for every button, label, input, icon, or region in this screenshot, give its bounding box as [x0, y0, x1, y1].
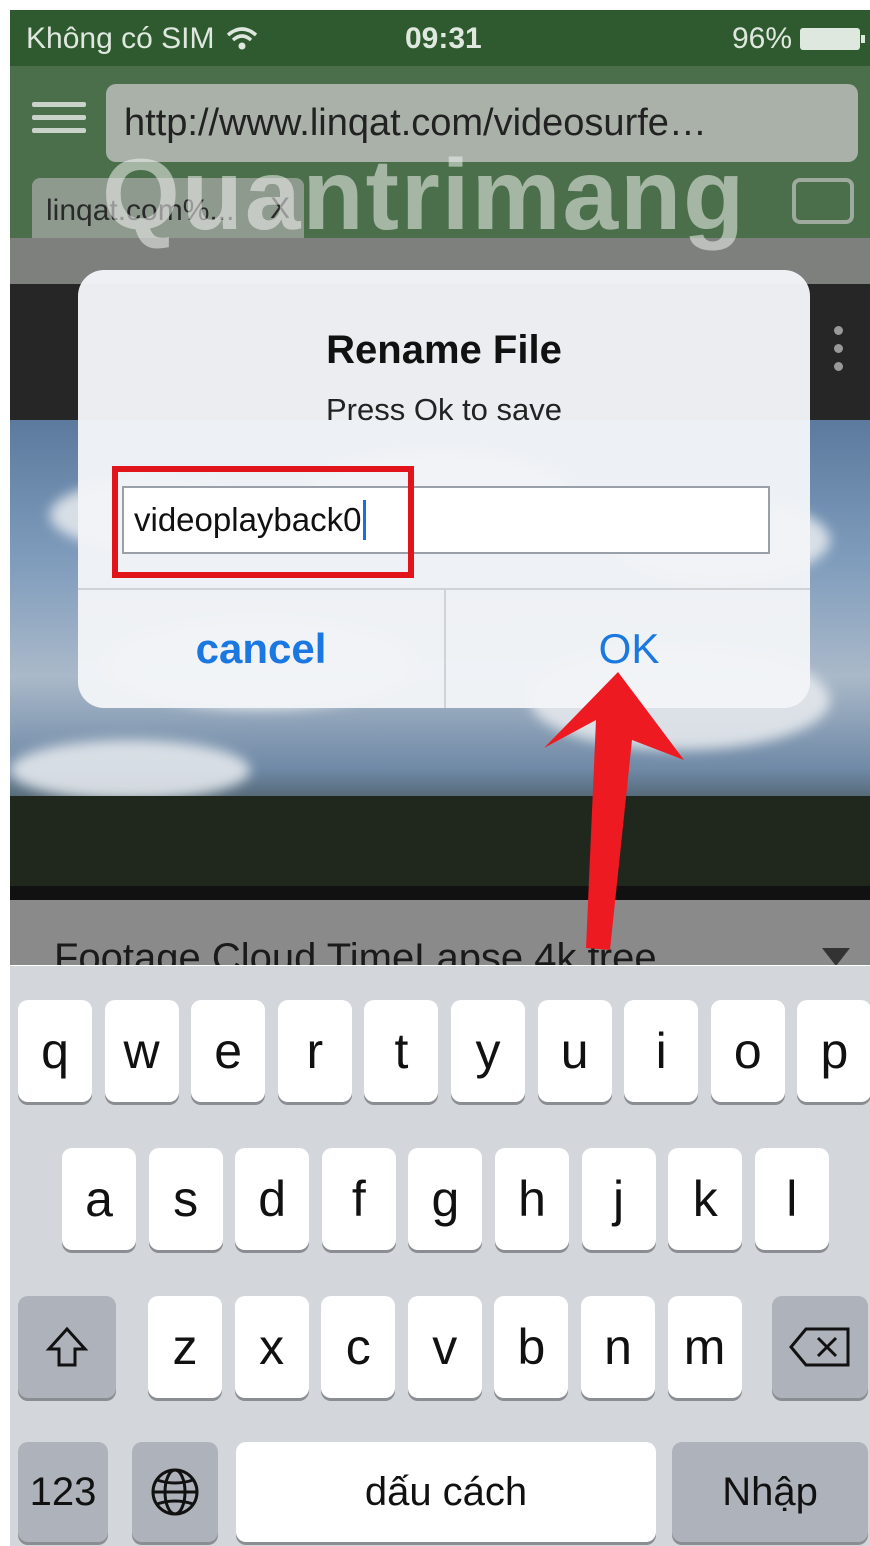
video-title: Footage Cloud TimeLapse 4k free [10, 900, 870, 965]
key-n[interactable]: n [581, 1296, 655, 1398]
key-q[interactable]: q [18, 1000, 92, 1102]
backspace-key[interactable] [772, 1296, 868, 1398]
numbers-key[interactable]: 123 [18, 1442, 108, 1542]
dialog-title: Rename File [326, 328, 562, 372]
globe-icon [151, 1468, 199, 1516]
more-options-icon[interactable] [834, 326, 844, 380]
key-i[interactable]: i [624, 1000, 699, 1102]
key-p[interactable]: p [797, 1000, 870, 1102]
key-e[interactable]: e [191, 1000, 266, 1102]
key-k[interactable]: k [668, 1148, 743, 1250]
key-b[interactable]: b [494, 1296, 569, 1398]
camera-icon[interactable] [792, 178, 854, 224]
on-screen-keyboard: qwertyuiop asdfghjkl zxcvbnm 123 dấu các… [10, 966, 870, 1546]
key-g[interactable]: g [408, 1148, 483, 1250]
video-progress-bar [10, 886, 870, 900]
wifi-icon [227, 27, 258, 50]
cancel-button[interactable]: cancel [78, 590, 444, 708]
key-c[interactable]: c [321, 1296, 396, 1398]
key-m[interactable]: m [667, 1296, 742, 1398]
key-s[interactable]: s [148, 1148, 223, 1250]
key-a[interactable]: a [62, 1148, 136, 1250]
key-y[interactable]: y [451, 1000, 525, 1102]
battery-percent: 96% [731, 22, 792, 55]
key-o[interactable]: o [710, 1000, 785, 1102]
ok-button[interactable]: OK [446, 590, 810, 708]
hamburger-menu-icon[interactable] [32, 102, 86, 134]
key-v[interactable]: v [407, 1296, 482, 1398]
key-r[interactable]: r [277, 1000, 352, 1102]
status-bar: Không có SIM 09:31 96% [10, 10, 870, 66]
shift-icon [45, 1326, 89, 1367]
globe-key[interactable] [132, 1442, 218, 1542]
dialog-message: Press Ok to save [325, 392, 563, 427]
carrier-label: Không có SIM [26, 22, 215, 55]
key-u[interactable]: u [537, 1000, 612, 1102]
key-j[interactable]: j [581, 1148, 656, 1250]
input-highlight-box [112, 466, 414, 578]
key-z[interactable]: z [148, 1296, 222, 1398]
key-x[interactable]: x [234, 1296, 309, 1398]
backspace-icon [789, 1327, 850, 1367]
clock: 09:31 [405, 22, 482, 55]
key-h[interactable]: h [495, 1148, 569, 1250]
space-key[interactable]: dấu cách [236, 1442, 656, 1542]
watermark-logo: Quantrimang [102, 139, 747, 251]
video-title-text: Footage Cloud TimeLapse 4k free [54, 936, 657, 965]
key-f[interactable]: f [321, 1148, 396, 1250]
key-t[interactable]: t [364, 1000, 439, 1102]
key-d[interactable]: d [235, 1148, 310, 1250]
battery-icon [800, 28, 865, 50]
key-w[interactable]: w [104, 1000, 179, 1102]
dropdown-arrow-icon[interactable] [822, 948, 850, 965]
return-key[interactable]: Nhập [672, 1442, 868, 1542]
shift-key[interactable] [18, 1296, 116, 1398]
key-l[interactable]: l [754, 1148, 829, 1250]
